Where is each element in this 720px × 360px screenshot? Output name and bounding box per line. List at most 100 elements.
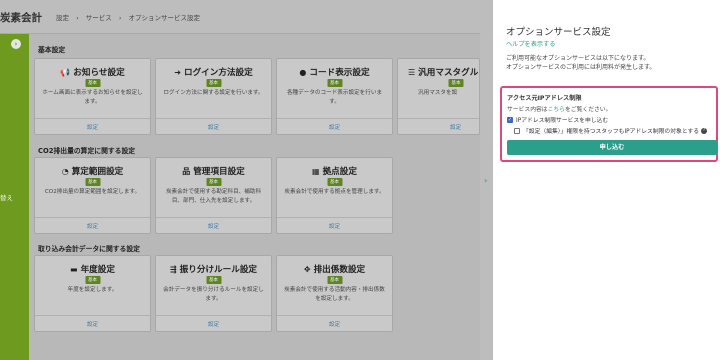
card-description: 各種データのコード表示設定を行います。 [286, 90, 383, 105]
card-divider [277, 315, 392, 316]
card-title: ログイン方法設定 [183, 68, 253, 78]
card-description: 汎用マスタを設 [418, 90, 458, 96]
apply-ip-restriction-row[interactable]: ✓ IPアドレス制限サービスを申し込む [507, 115, 608, 124]
card-title: 排出係数設定 [313, 265, 366, 275]
list-icon: ☰ [408, 68, 416, 77]
card-description: ログイン方法に関する設定を行います。 [163, 90, 264, 96]
card-title: お知らせ設定 [73, 68, 125, 78]
badge-basic: 基本 [206, 276, 221, 284]
card-divider [277, 217, 392, 218]
include-editors-label: 「設定（編集）」権限を持つスタッフもIPアドレス制限の対象とする [523, 129, 700, 135]
megaphone-icon: 📢 [60, 68, 71, 77]
section-title-basic: 基本設定 [38, 46, 66, 54]
card-settings-link[interactable]: 設定 [277, 123, 392, 131]
card-description: CO2排出量の算定範囲を設定します。 [44, 189, 141, 195]
card-divider [277, 118, 392, 119]
card-title: 管理項目設定 [193, 167, 245, 177]
main-app-dimmed: 炭素会計 設定 › サービス › オプションサービス設定 › 替え 基本設定 C… [0, 0, 480, 360]
chevron-right-icon[interactable]: › [484, 176, 487, 185]
card-description: 炭素会計で使用する勘定科目、補助科目、部門、仕入先を設定します。 [165, 189, 262, 204]
badge-basic: 基本 [327, 79, 342, 87]
card-emission-factor-settings: ✥ 排出係数設定 基本 炭素会計で使用する活動内容・排出係数を設定します。 設定 [276, 255, 393, 332]
top-bar: 炭素会計 設定 › サービス › オプションサービス設定 [0, 0, 480, 34]
card-title: 振り分けルール設定 [179, 265, 258, 275]
option-subtext-suffix: をご覧ください。 [565, 107, 612, 113]
card-settings-link[interactable]: 設定 [156, 320, 271, 328]
card-description: 炭素会計で使用する拠点を管理します。 [284, 189, 385, 195]
sidebar: › 替え [0, 34, 29, 360]
card-general-master-settings: ☰ 汎用マスタグル 基本 汎用マスタを設 設定 [397, 58, 480, 135]
option-service-panel: オプションサービス設定 ヘルプを表示する ご利用可能なオプションサービスは以下に… [493, 0, 720, 360]
breadcrumb-service[interactable]: サービス [86, 14, 112, 22]
card-divider [398, 118, 479, 119]
badge-basic: 基本 [206, 79, 221, 87]
card-title: 拠点設定 [322, 167, 357, 177]
badge-basic: 基本 [327, 276, 342, 284]
breadcrumb-current: オプションサービス設定 [128, 14, 201, 22]
option-subtext-prefix: サービス内容は [507, 107, 548, 113]
breadcrumb: 設定 › サービス › オプションサービス設定 [56, 12, 205, 22]
option-subtext: サービス内容はこちらをご覧ください。 [507, 104, 611, 113]
sidebar-item-label[interactable]: 替え [0, 192, 13, 202]
badge-basic: 基本 [85, 79, 100, 87]
breadcrumb-separator: › [118, 14, 122, 22]
help-link[interactable]: ヘルプを表示する [506, 39, 556, 48]
badge-basic: 基本 [85, 276, 100, 284]
card-divider [35, 315, 150, 316]
card-description: 炭素会計で使用する活動内容・排出係数を設定します。 [284, 287, 385, 302]
card-fiscal-year-settings: ▬ 年度設定 基本 年度を設定します。 設定 [34, 255, 151, 332]
card-settings-link[interactable]: 設定 [156, 222, 271, 230]
card-description: 年度を設定します。 [67, 287, 118, 293]
code-icon: ● [299, 68, 307, 77]
badge-basic: 基本 [448, 79, 464, 87]
badge-basic: 基本 [327, 178, 342, 186]
card-title: 算定範囲設定 [71, 167, 124, 177]
card-site-settings: ▦ 拠点設定 基本 炭素会計で使用する拠点を管理します。 設定 [276, 157, 393, 234]
apply-ip-restriction-checkbox[interactable]: ✓ [507, 116, 513, 123]
grid-icon: ✥ [303, 265, 311, 274]
calendar-icon: ▬ [70, 265, 78, 274]
include-editors-row[interactable]: 「設定（編集）」権限を持つスタッフもIPアドレス制限の対象とする ? [514, 126, 708, 135]
section-title-accounting: 取り込み会計データに関する設定 [38, 245, 140, 253]
card-calculation-scope-settings: ◔ 算定範囲設定 基本 CO2排出量の算定範囲を設定します。 設定 [34, 157, 151, 234]
card-settings-link[interactable]: 設定 [35, 123, 150, 131]
card-allocation-rule-settings: ⇶ 振り分けルール設定 基本 会計データを振り分けるルールを設定します。 設定 [155, 255, 272, 332]
card-settings-link[interactable]: 設定 [35, 222, 150, 230]
card-title: 年度設定 [80, 265, 115, 275]
card-settings-link[interactable]: 設定 [156, 123, 271, 131]
login-icon: ➜ [174, 68, 181, 77]
card-description: ホーム画面に表示するお知らせを設定します。 [42, 90, 143, 105]
ip-restriction-option-box: アクセス元IPアドレス制限 サービス内容はこちらをご覧ください。 ✓ IPアドレ… [500, 86, 718, 162]
service-details-link[interactable]: こちら [548, 107, 565, 113]
card-title: 汎用マスタグル [418, 68, 479, 78]
card-divider [156, 315, 271, 316]
breadcrumb-settings[interactable]: 設定 [56, 14, 69, 22]
card-divider [156, 118, 271, 119]
sidebar-toggle-icon[interactable]: › [11, 39, 21, 49]
include-editors-checkbox[interactable] [514, 127, 520, 134]
card-divider [35, 118, 150, 119]
card-login-settings: ➜ ログイン方法設定 基本 ログイン方法に関する設定を行います。 設定 [155, 58, 272, 135]
building-icon: ▦ [312, 167, 320, 176]
card-divider [156, 217, 271, 218]
panel-title: オプションサービス設定 [506, 27, 611, 38]
panel-note-line: ご利用可能なオプションサービスは以下になります。 [506, 55, 650, 62]
section-title-co2: CO2排出量の算定に関する設定 [38, 147, 136, 155]
card-divider [35, 217, 150, 218]
card-notice-settings: 📢 お知らせ設定 基本 ホーム画面に表示するお知らせを設定します。 設定 [34, 58, 151, 135]
org-icon: 品 [182, 167, 191, 176]
pie-chart-icon: ◔ [61, 167, 69, 176]
panel-note-line: オプションサービスのご利用には利用料が発生します。 [506, 64, 656, 71]
card-settings-link[interactable]: 設定 [450, 123, 479, 131]
card-title: コード表示設定 [309, 68, 370, 78]
panel-note: ご利用可能なオプションサービスは以下になります。 オプションサービスのご利用には… [506, 54, 655, 72]
apply-button[interactable]: 申し込む [507, 140, 717, 155]
card-settings-link[interactable]: 設定 [277, 320, 392, 328]
card-settings-link[interactable]: 設定 [35, 320, 150, 328]
badge-basic: 基本 [206, 178, 221, 186]
question-icon[interactable]: ? [701, 127, 708, 134]
card-description: 会計データを振り分けるルールを設定します。 [163, 287, 264, 302]
card-code-display-settings: ● コード表示設定 基本 各種データのコード表示設定を行います。 設定 [276, 58, 393, 135]
card-management-item-settings: 品管理項目設定 基本 炭素会計で使用する勘定科目、補助科目、部門、仕入先を設定し… [155, 157, 272, 234]
card-settings-link[interactable]: 設定 [277, 222, 392, 230]
